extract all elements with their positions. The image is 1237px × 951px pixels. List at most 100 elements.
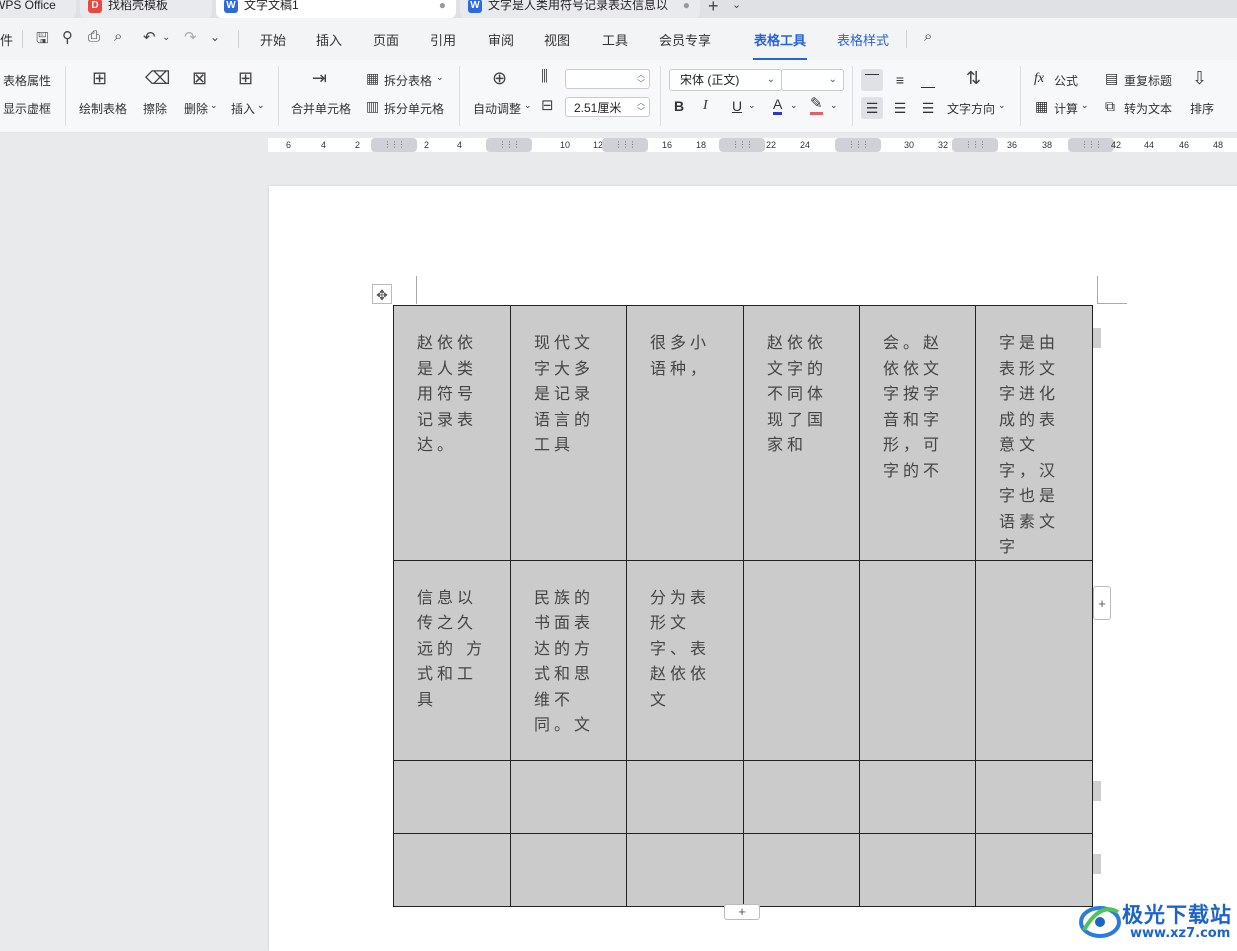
table-cell[interactable]: 赵依依是人类用符号记录表达。 [393, 305, 511, 561]
font-family-select[interactable]: 宋体 (正文) ⌄ [669, 69, 782, 91]
menu-review[interactable]: 审阅 [488, 30, 514, 49]
convert-to-text-button[interactable]: 转为文本 [1124, 100, 1172, 117]
ruler-column-marker[interactable]: ⋮⋮⋮ [602, 138, 648, 152]
table-cell[interactable] [626, 759, 744, 834]
add-row-button[interactable]: + [724, 904, 760, 920]
menu-references[interactable]: 引用 [430, 30, 456, 49]
chevron-down-icon[interactable]: ⌄ [748, 100, 756, 111]
save-icon[interactable]: 🖫 [36, 28, 49, 53]
table-cell[interactable] [859, 832, 976, 907]
menu-page[interactable]: 页面 [373, 30, 399, 49]
menu-table-style[interactable]: 表格样式 [837, 30, 889, 49]
table-move-handle-icon[interactable]: ✥ [372, 284, 392, 304]
autofit-button[interactable]: 自动调整 [473, 100, 521, 117]
table-cell[interactable] [975, 759, 1093, 834]
table-cell[interactable] [743, 559, 860, 761]
undo-dropdown-icon[interactable]: ⌄ [162, 32, 170, 43]
table-cell[interactable]: 赵依依文字的不同体现了国家和 [743, 305, 860, 561]
calculate-button[interactable]: 计算 [1054, 100, 1078, 117]
align-left-icon[interactable]: ☰ [861, 97, 883, 119]
chevron-down-icon[interactable]: ⌄ [210, 100, 218, 111]
ruler-column-marker[interactable]: ⋮⋮⋮ [371, 138, 417, 152]
table-cell[interactable] [975, 559, 1093, 761]
ruler-column-marker[interactable]: ⋮⋮⋮ [835, 138, 881, 152]
delete-table-icon[interactable]: ⊠ [192, 68, 207, 89]
print-icon[interactable]: ⎙ [88, 28, 100, 45]
tab-list-dropdown-icon[interactable]: ⌄ [732, 0, 741, 11]
text-direction-icon[interactable]: ⇅ [966, 68, 981, 89]
menu-table-tools[interactable]: 表格工具 [754, 30, 806, 49]
customize-toolbar-icon[interactable]: ⌄ [210, 30, 220, 44]
table-cell[interactable]: 现代文字大多是记录语言的工具 [510, 305, 627, 561]
format-painter-icon[interactable]: ⚲ [62, 28, 73, 46]
ruler-column-marker[interactable]: ⋮⋮⋮ [952, 138, 998, 152]
horizontal-ruler[interactable]: 6 4 2 ⋮⋮⋮ 2 4 ⋮⋮⋮ 10 12 ⋮⋮⋮ 16 18 ⋮⋮⋮ 22… [268, 138, 1237, 152]
menu-tools[interactable]: 工具 [602, 30, 628, 49]
tab-docer-templates[interactable]: D 找稻壳模板 [80, 0, 212, 18]
eraser-button[interactable]: 擦除 [143, 100, 167, 117]
table-cell[interactable]: 会。赵依依文字按字音和字形，可字的不 [859, 305, 976, 561]
align-right-icon[interactable]: ☰ [917, 97, 939, 119]
draw-table-icon[interactable]: ⊞ [92, 68, 107, 89]
draw-table-button[interactable]: 绘制表格 [79, 100, 127, 117]
ruler-column-marker[interactable]: ⋮⋮⋮ [1068, 138, 1114, 152]
align-top-icon[interactable]: ⎺ [861, 69, 883, 91]
menu-file[interactable]: 件 [0, 30, 13, 49]
insert-row-icon[interactable]: ⊞ [238, 68, 253, 89]
chevron-down-icon[interactable]: ⌄ [998, 100, 1006, 111]
menu-insert[interactable]: 插入 [316, 30, 342, 49]
delete-button[interactable]: 删除 [184, 100, 208, 117]
ruler-column-marker[interactable]: ⋮⋮⋮ [486, 138, 532, 152]
table-cell[interactable]: 分为表形文字、表赵依依文 [626, 559, 744, 761]
table-properties-button[interactable]: 表格属性 [3, 72, 51, 89]
chevron-down-icon[interactable]: ⌄ [436, 72, 444, 83]
font-size-select[interactable]: ⌄ [781, 69, 844, 91]
table-cell[interactable]: 民族的书面表达的方式和思维不同。文 [510, 559, 627, 761]
table-cell[interactable] [859, 759, 976, 834]
chevron-down-icon[interactable]: ⌄ [524, 100, 532, 111]
menu-home[interactable]: 开始 [260, 30, 286, 49]
table-cell[interactable] [743, 832, 860, 907]
table-cell[interactable] [393, 832, 511, 907]
stepper-arrows-icon[interactable]: ︿ ﹀ [637, 98, 645, 116]
menu-member[interactable]: 会员专享 [659, 30, 711, 49]
italic-button[interactable]: I [703, 98, 708, 114]
ruler-column-marker[interactable]: ⋮⋮⋮ [719, 138, 765, 152]
document-table[interactable]: 赵依依是人类用符号记录表达。 现代文字大多是记录语言的工具 很多小语种， 赵依依… [393, 305, 1093, 907]
table-cell[interactable]: 字是由表形文字进化成的表意文字，汉字也是语素文字 [975, 305, 1093, 561]
tab-document-1[interactable]: W 文字文稿1 ● [216, 0, 456, 18]
show-gridlines-button[interactable]: 显示虚框 [3, 100, 51, 117]
menu-view[interactable]: 视图 [544, 30, 570, 49]
highlight-icon[interactable]: ✎ [810, 96, 823, 115]
eraser-icon[interactable]: ⌫ [145, 68, 170, 89]
tab-document-2[interactable]: W 文字是人类用符号记录表达信息以 ● [460, 0, 700, 18]
font-color-button[interactable]: A [773, 96, 783, 115]
align-center-icon[interactable]: ☰ [889, 97, 911, 119]
tab-wps-office[interactable]: WPS Office [0, 0, 76, 18]
split-table-button[interactable]: 拆分表格 [384, 72, 432, 89]
chevron-down-icon[interactable]: ⌄ [257, 100, 265, 111]
autofit-icon[interactable]: ⊕ [492, 68, 507, 89]
merge-cells-icon[interactable]: ⇥ [312, 68, 327, 89]
new-tab-button[interactable]: + [708, 0, 719, 17]
print-preview-icon[interactable]: ⌕ [114, 28, 122, 45]
bold-button[interactable]: B [674, 98, 684, 114]
row-height-stepper[interactable]: ︿ ﹀ [565, 69, 650, 89]
table-cell[interactable]: 信息以传之久远的 方式和工具 [393, 559, 511, 761]
add-column-button[interactable]: + [1093, 586, 1111, 620]
formula-button[interactable]: 公式 [1054, 72, 1078, 89]
insert-button[interactable]: 插入 [231, 100, 255, 117]
repeat-header-button[interactable]: 重复标题 [1124, 72, 1172, 89]
col-width-stepper[interactable]: 2.51厘米 ︿ ﹀ [565, 97, 650, 117]
search-icon[interactable]: ⌕ [924, 28, 932, 45]
table-cell[interactable] [510, 832, 627, 907]
chevron-down-icon[interactable]: ⌄ [1081, 100, 1089, 111]
stepper-arrows-icon[interactable]: ︿ ﹀ [637, 70, 645, 88]
table-cell[interactable] [975, 832, 1093, 907]
table-cell[interactable] [626, 832, 744, 907]
split-cells-button[interactable]: 拆分单元格 [384, 100, 444, 117]
undo-icon[interactable]: ↶ [143, 28, 156, 46]
table-cell[interactable]: 很多小语种， [626, 305, 744, 561]
redo-icon[interactable]: ↷ [184, 28, 197, 46]
align-middle-icon[interactable]: ≡ [889, 69, 911, 91]
